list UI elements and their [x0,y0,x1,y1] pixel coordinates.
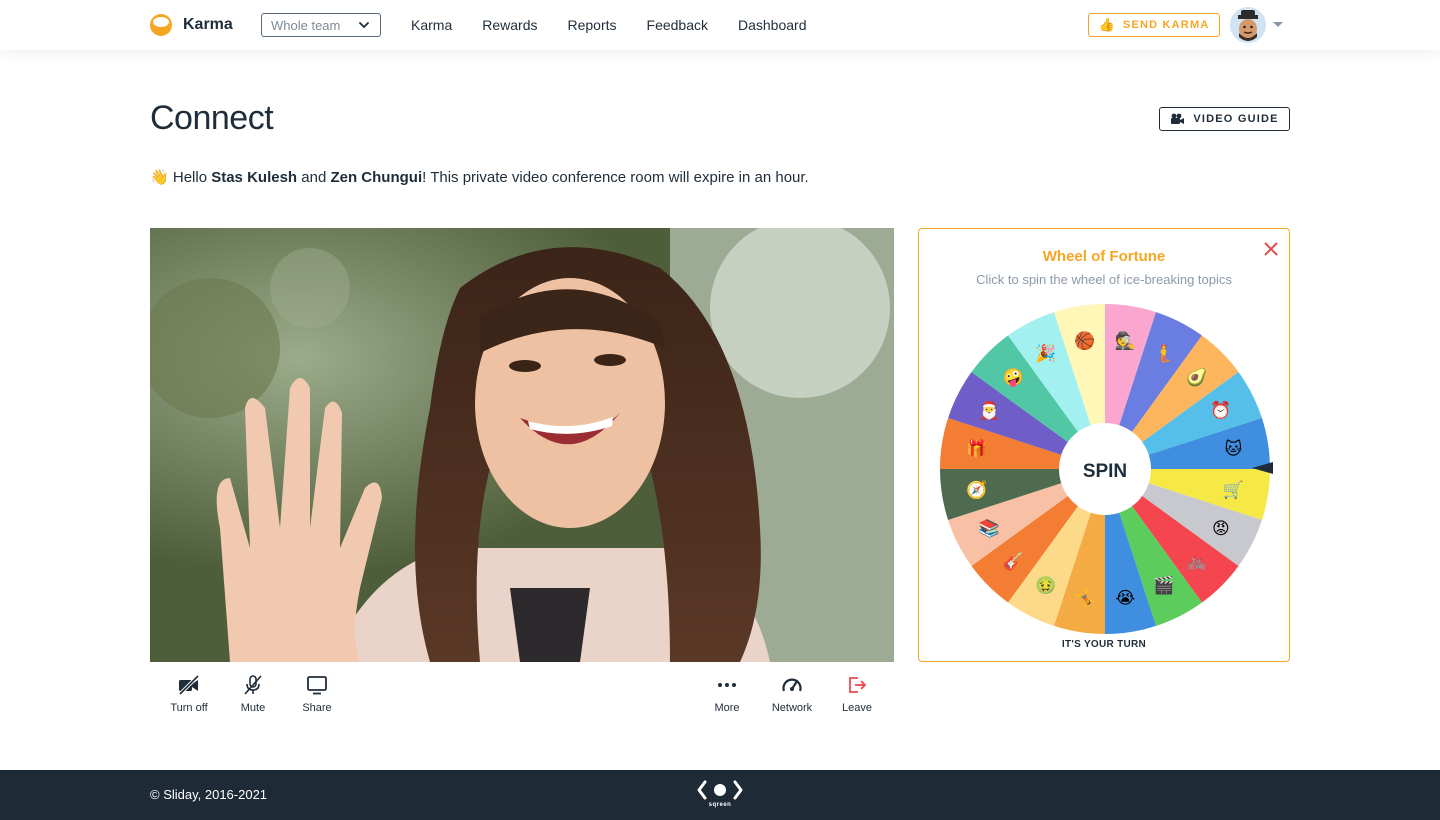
nav-item-dashboard[interactable]: Dashboard [738,17,807,33]
sqreen-logo-icon [697,780,743,800]
avatar-icon [1230,7,1266,43]
greeting-message: 👋 Hello Stas Kulesh and Zen Chungui! Thi… [150,168,809,186]
video-guide-label: VIDEO GUIDE [1193,113,1279,125]
speedometer-icon [782,678,802,692]
network-label: Network [771,702,813,714]
brand-name: Karma [183,16,233,33]
fortune-wheel[interactable]: 🕵 🧜 🥑⏰ 🐱 🛒 😡 🚲 🎬 😭 🤸 🤢 🎸📚 🧭 🎁 🎅🤪 🎉 🏀 SPIN [940,304,1276,634]
top-navigation-bar: Karma Whole team Karma Rewards Reports F… [0,0,1440,50]
participant-name: Zen Chungui [330,169,423,186]
monitor-icon [307,676,327,695]
camera-off-icon [178,674,200,696]
team-select[interactable]: Whole team [261,13,381,37]
greeting-suffix: ! This private video conference room wil… [422,169,809,186]
leave-icon [849,677,867,693]
wheel-segment-emoji-icon: 🎉 [1035,343,1056,364]
leave-label: Leave [842,702,872,714]
copyright: © Sliday, 2016-2021 [150,787,268,802]
wheel-segment-emoji-icon: 🕵 [1115,331,1136,351]
more-button[interactable]: More [695,674,759,714]
chevron-down-icon [359,22,369,29]
user-avatar[interactable] [1230,7,1266,43]
wheel-segment-emoji-icon: 🧜 [1153,343,1174,364]
main-nav: Karma Rewards Reports Feedback Dashboard [411,17,837,33]
footer: © Sliday, 2016-2021 sqreen [0,770,1440,820]
wheel-segment-emoji-icon: 📚 [979,519,1000,538]
greeting-and: and [301,169,327,186]
wave-icon: 👋 [150,169,169,186]
spin-label: SPIN [1083,461,1127,482]
mute-label: Mute [240,702,266,714]
more-dots-icon [718,683,736,687]
team-select-value: Whole team [271,18,341,33]
nav-item-karma[interactable]: Karma [411,17,452,33]
turn-indicator: IT'S YOUR TURN [1061,639,1147,650]
wheel-segment-emoji-icon: 🚲 [1186,552,1207,571]
video-guide-button[interactable]: VIDEO GUIDE [1159,107,1290,131]
send-karma-button[interactable]: 👍 SEND KARMA [1088,13,1220,37]
participant-name: Stas Kulesh [211,169,298,186]
mic-off-icon [244,675,262,695]
remote-participant-video [150,228,894,662]
share-screen-button[interactable]: Share [285,674,349,714]
wheel-segment-emoji-icon: 🤸 [1074,587,1095,607]
spin-button[interactable]: SPIN [1059,423,1151,515]
wheel-segment-emoji-icon: 🧭 [966,479,987,499]
network-button[interactable]: Network [760,674,824,714]
wheel-segment-emoji-icon: ⏰ [1210,400,1231,420]
wheel-segment-emoji-icon: 🎬 [1153,575,1174,595]
video-feed[interactable] [150,228,894,662]
brand[interactable]: Karma [150,14,233,36]
wheel-segment-emoji-icon: 🎸 [1002,551,1023,572]
nav-item-reports[interactable]: Reports [567,17,616,33]
sqreen-logo[interactable]: sqreen [697,779,743,813]
wheel-subtitle: Click to spin the wheel of ice-breaking … [976,272,1232,287]
wheel-segment-emoji-icon: 🤢 [1035,576,1056,595]
wheel-segment-emoji-icon: 😡 [1212,519,1230,538]
wheel-segment-emoji-icon: 🤪 [1002,368,1023,388]
wheel-segment-emoji-icon: 🎁 [966,439,987,459]
turn-off-label: Turn off [170,702,208,714]
mute-button[interactable]: Mute [221,674,285,714]
wheel-title: Wheel of Fortune [1042,248,1166,265]
more-label: More [714,702,740,714]
call-controls: Turn off Mute Share More Network Leave [0,674,1440,720]
nav-item-rewards[interactable]: Rewards [482,17,537,33]
close-icon[interactable] [1263,241,1279,257]
wheel-segment-emoji-icon: 🛒 [1223,479,1244,499]
wheel-segment-emoji-icon: 😭 [1115,588,1135,607]
wheel-segment-emoji-icon: 🥑 [1186,366,1207,387]
turn-off-camera-button[interactable]: Turn off [157,674,221,714]
wheel-segment-emoji-icon: 🐱 [1225,439,1243,459]
sqreen-label: sqreen [708,802,732,808]
leave-button[interactable]: Leave [825,674,889,714]
nav-item-feedback[interactable]: Feedback [647,17,708,33]
greeting-hello: Hello [172,169,208,186]
karma-logo-icon [150,14,172,36]
avatar-caret-icon[interactable] [1273,22,1283,27]
send-karma-label: SEND KARMA [1122,19,1210,31]
video-camera-icon [1171,113,1185,124]
wheel-segment-emoji-icon: 🏀 [1074,330,1095,352]
wheel-segment-emoji-icon: 🎅 [979,400,1000,420]
page-title: Connect [150,99,274,137]
thumbs-up-icon: 👍 [1098,17,1116,32]
wheel-of-fortune-card: Wheel of Fortune Click to spin the wheel… [918,228,1290,662]
share-label: Share [302,702,332,714]
